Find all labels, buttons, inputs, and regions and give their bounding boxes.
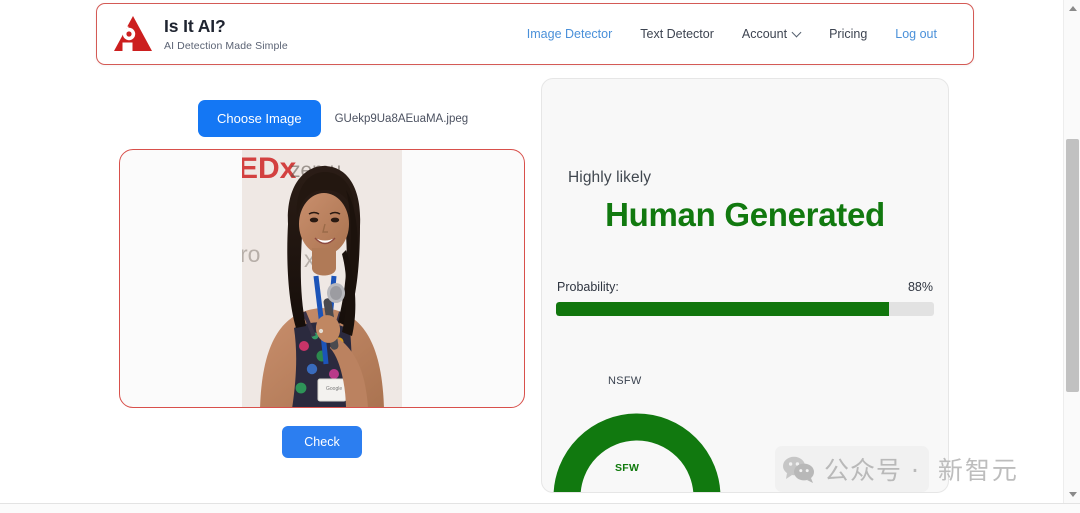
check-button[interactable]: Check: [282, 426, 362, 458]
brand-tagline: AI Detection Made Simple: [164, 39, 288, 52]
vertical-scrollbar[interactable]: [1063, 0, 1080, 503]
nav-item-image-detector[interactable]: Image Detector: [513, 21, 626, 47]
verdict-label: Human Generated: [605, 196, 885, 233]
scroll-down-arrow-icon[interactable]: [1064, 486, 1080, 503]
nav-item-text-detector[interactable]: Text Detector: [626, 21, 728, 47]
preview-image: EDx zemu ro x ( u: [242, 150, 402, 407]
brand-title: Is It AI?: [164, 16, 226, 37]
vertical-scroll-thumb[interactable]: [1066, 139, 1079, 392]
probability-label: Probability:: [557, 280, 619, 294]
triangle-up-icon: [1068, 6, 1077, 11]
wechat-icon: [783, 456, 814, 483]
nav-item-label: Log out: [895, 27, 937, 41]
image-preview-card[interactable]: EDx zemu ro x ( u: [119, 149, 525, 408]
watermark-text-secondary: 新智元: [937, 456, 1019, 485]
bottom-bar: [0, 503, 1080, 513]
verdict-block: Highly likely Human Generated: [542, 79, 948, 234]
watermark-badge: 公众号 ·: [775, 446, 929, 492]
svg-text:ro: ro: [242, 241, 260, 267]
nav-item-label: Text Detector: [640, 27, 714, 41]
probability-bar-fill: [556, 302, 889, 316]
probability-value: 88%: [907, 280, 933, 294]
gauge-arc-icon: [553, 413, 721, 492]
nav-item-log-out[interactable]: Log out: [881, 21, 951, 47]
nav-item-label: Account: [741, 27, 788, 41]
nav-item-label: Image Detector: [526, 27, 613, 41]
nav-item-pricing[interactable]: Pricing: [815, 21, 881, 47]
probability-block: Probability: 88%: [542, 280, 948, 316]
site-logo-icon: [114, 16, 152, 51]
choose-image-button[interactable]: Choose Image: [198, 100, 321, 137]
watermark: 公众号 · 新智元: [775, 446, 1019, 492]
main-nav: Image Detector Text Detector Account Pri…: [513, 4, 951, 64]
gauge-nsfw-label: NSFW: [608, 375, 642, 387]
probability-bar-track: [556, 302, 934, 316]
brand[interactable]: Is It AI? AI Detection Made Simple: [113, 15, 288, 53]
triangle-down-icon: [1068, 492, 1077, 497]
upload-row: Choose Image GUekp9Ua8AEuaMA.jpeg: [119, 100, 525, 137]
upload-panel: Choose Image GUekp9Ua8AEuaMA.jpeg EDx ro…: [119, 100, 525, 458]
page-viewport: Is It AI? AI Detection Made Simple Image…: [0, 0, 1063, 503]
verdict-likelihood: Highly likely: [568, 169, 652, 186]
check-row: Check: [119, 426, 525, 458]
scroll-up-arrow-icon[interactable]: [1064, 0, 1080, 17]
gauge-sfw-label: SFW: [615, 462, 640, 474]
nav-item-label: Pricing: [829, 27, 868, 41]
site-header: Is It AI? AI Detection Made Simple Image…: [96, 3, 974, 65]
selected-file-name: GUekp9Ua8AEuaMA.jpeg: [334, 112, 469, 125]
nav-item-account[interactable]: Account: [728, 21, 815, 47]
svg-text:EDx: EDx: [242, 152, 297, 185]
result-card: Highly likely Human Generated Probabilit…: [541, 78, 949, 493]
watermark-text: 公众号 ·: [824, 456, 920, 485]
svg-text:Google: Google: [326, 386, 342, 392]
chevron-down-icon: [793, 29, 801, 37]
probability-header: Probability: 88%: [556, 280, 934, 294]
preview-image-artwork: EDx zemu ro x ( u: [242, 150, 402, 407]
